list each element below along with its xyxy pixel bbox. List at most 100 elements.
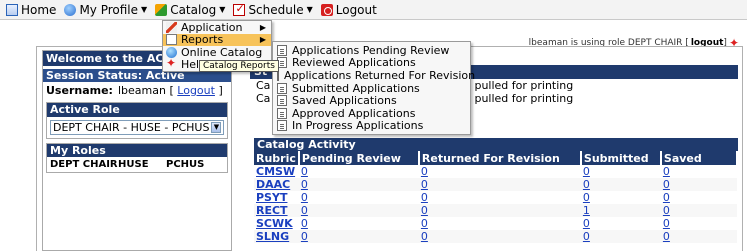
report-item-label: Applications Pending Review: [292, 43, 450, 57]
catalog-activity-title: Catalog Activity: [254, 138, 738, 151]
logout-icon: [320, 3, 333, 16]
report-item-label: Reviewed Applications: [292, 56, 416, 70]
catalog-menu-reports[interactable]: Reports ▶: [163, 33, 271, 47]
menu-my-profile-label: My Profile: [79, 2, 139, 17]
catalog-menu-reports-label: Reports: [181, 33, 224, 47]
status-line-left: Ca: [256, 79, 271, 92]
pending-review-link[interactable]: 0: [301, 178, 308, 191]
profile-icon: [64, 3, 77, 16]
submenu-arrow-icon: ▶: [259, 35, 266, 45]
application-icon: [166, 21, 177, 33]
rubric-link[interactable]: SCWK: [256, 217, 293, 230]
report-in-progress[interactable]: In Progress Applications: [273, 119, 470, 132]
saved-link[interactable]: 0: [663, 191, 670, 204]
report-item-label: Applications Returned For Revision: [284, 68, 476, 82]
table-header-row: Rubric Pending Review Returned For Revis…: [254, 151, 739, 165]
saved-link[interactable]: 0: [663, 204, 670, 217]
submitted-link[interactable]: 0: [583, 165, 590, 178]
table-row: CMSW 0 0 0 0: [254, 165, 737, 178]
rubric-link[interactable]: DAAC: [256, 178, 290, 191]
col-rubric: Rubric: [254, 151, 300, 165]
col-returned-for-revision: Returned For Revision: [418, 151, 582, 165]
report-pending-review[interactable]: Applications Pending Review: [273, 44, 470, 57]
returned-link[interactable]: 0: [421, 204, 428, 217]
status-line-left: Ca: [256, 92, 271, 105]
submitted-link[interactable]: 0: [583, 191, 590, 204]
saved-link[interactable]: 0: [663, 230, 670, 243]
report-saved[interactable]: Saved Applications: [273, 94, 470, 107]
col-pending-review: Pending Review: [298, 151, 420, 165]
pending-review-link[interactable]: 0: [301, 204, 308, 217]
submitted-link[interactable]: 0: [583, 230, 590, 243]
returned-link[interactable]: 0: [421, 165, 428, 178]
active-role-box: Active Role DEPT CHAIR - HUSE - PCHUS ▼: [46, 102, 228, 139]
table-row: DAAC 0 0 0 0: [254, 178, 737, 191]
report-item-label: Approved Applications: [292, 106, 416, 120]
report-item-label: Submitted Applications: [292, 81, 420, 95]
active-role-value: DEPT CHAIR - HUSE - PCHUS: [53, 121, 210, 134]
table-row: PSYT 0 0 0 0: [254, 191, 737, 204]
top-menubar: Home My Profile ▼ Catalog ▼ Schedule ▼ L…: [0, 0, 747, 20]
returned-link[interactable]: 0: [421, 191, 428, 204]
saved-link[interactable]: 0: [663, 178, 670, 191]
report-item-label: Saved Applications: [292, 94, 397, 108]
returned-link[interactable]: 0: [421, 230, 428, 243]
submitted-link[interactable]: 0: [583, 217, 590, 230]
table-row: RECT 0 0 1 0: [254, 204, 737, 217]
menu-catalog-label: Catalog: [170, 2, 217, 17]
rubric-link[interactable]: PSYT: [256, 191, 287, 204]
saved-link[interactable]: 0: [663, 165, 670, 178]
reports-submenu: Applications Pending Review Reviewed App…: [272, 41, 475, 136]
col-submitted: Submitted: [580, 151, 662, 165]
returned-link[interactable]: 0: [421, 178, 428, 191]
reports-tooltip: Catalog Reports: [199, 60, 279, 72]
returned-link[interactable]: 0: [421, 217, 428, 230]
catalog-menu-online-catalog[interactable]: Online Catalog: [163, 46, 271, 59]
submenu-arrow-icon: ▶: [259, 22, 266, 32]
menu-my-profile[interactable]: My Profile ▼: [60, 1, 151, 19]
pending-review-link[interactable]: 0: [301, 165, 308, 178]
dropdown-arrow-icon[interactable]: ▼: [211, 122, 222, 133]
welcome-panel: Welcome to the ACC Cu Session Status: Ac…: [42, 50, 232, 251]
report-doc-icon: [277, 44, 287, 56]
rubric-link[interactable]: SLNG: [256, 230, 289, 243]
menu-schedule[interactable]: Schedule ▼: [229, 1, 316, 19]
pending-review-link[interactable]: 0: [301, 230, 308, 243]
report-doc-icon: [277, 82, 287, 94]
report-approved[interactable]: Approved Applications: [273, 107, 470, 120]
submitted-link[interactable]: 1: [583, 204, 590, 217]
report-reviewed[interactable]: Reviewed Applications: [273, 56, 470, 70]
col-saved: Saved: [660, 151, 739, 165]
report-returned-for-revision[interactable]: Applications Returned For Revision: [273, 69, 475, 82]
rubric-link[interactable]: CMSW: [256, 165, 295, 178]
my-roles-row: DEPT CHAIR HUSE PCHUS: [47, 157, 227, 172]
logout-link[interactable]: Logout: [177, 84, 215, 97]
menu-catalog[interactable]: Catalog ▼: [151, 1, 229, 19]
catalog-menu-application[interactable]: Application ▶: [163, 21, 271, 34]
active-role-select[interactable]: DEPT CHAIR - HUSE - PCHUS ▼: [50, 120, 224, 135]
caret-down-icon: ▼: [306, 5, 313, 14]
menu-home-label: Home: [21, 2, 57, 17]
caret-down-icon: ▼: [141, 5, 148, 14]
table-row: SLNG 0 0 0 0: [254, 230, 737, 243]
rubric-link[interactable]: RECT: [256, 204, 288, 217]
pending-review-link[interactable]: 0: [301, 191, 308, 204]
submitted-link[interactable]: 0: [583, 178, 590, 191]
bracket-open: [: [165, 84, 178, 97]
report-doc-icon: [277, 107, 287, 119]
report-submitted[interactable]: Submitted Applications: [273, 82, 470, 95]
menu-logout-label: Logout: [335, 2, 377, 17]
menu-home[interactable]: Home: [2, 1, 60, 19]
pending-review-link[interactable]: 0: [301, 217, 308, 230]
saved-link[interactable]: 0: [663, 217, 670, 230]
my-roles-title: My Roles: [47, 144, 227, 157]
report-doc-icon: [277, 120, 287, 132]
catalog-menu-online-catalog-label: Online Catalog: [181, 45, 263, 59]
my-role-title: DEPT CHAIR: [50, 159, 118, 170]
reports-icon: [166, 34, 177, 46]
report-doc-icon: [277, 95, 287, 107]
home-icon: [6, 3, 18, 16]
menu-logout[interactable]: Logout: [317, 1, 381, 19]
catalog-activity-table: Rubric Pending Review Returned For Revis…: [254, 151, 739, 243]
my-roles-box: My Roles DEPT CHAIR HUSE PCHUS: [46, 143, 228, 173]
